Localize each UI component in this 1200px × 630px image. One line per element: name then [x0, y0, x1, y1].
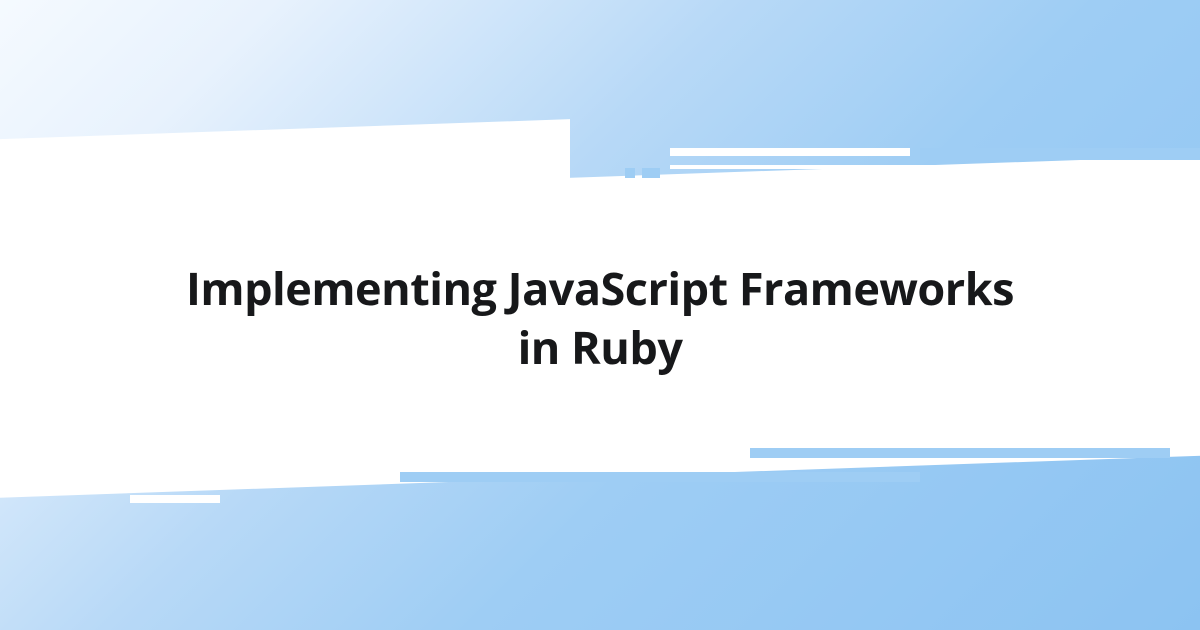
decorative-dot [625, 168, 635, 178]
decorative-bar [750, 448, 1170, 458]
page-title: Implementing JavaScript Frameworks in Ru… [0, 260, 1200, 377]
decorative-bar [130, 495, 220, 503]
decorative-bar [920, 148, 1200, 160]
decorative-line [670, 165, 1200, 169]
decorative-dot [642, 168, 660, 178]
title-line-1: Implementing JavaScript Frameworks [186, 258, 1014, 319]
decorative-bar [670, 148, 910, 156]
title-line-2: in Ruby [518, 317, 683, 378]
decorative-bar [400, 472, 920, 482]
title-container: Implementing JavaScript Frameworks in Ru… [0, 260, 1200, 377]
